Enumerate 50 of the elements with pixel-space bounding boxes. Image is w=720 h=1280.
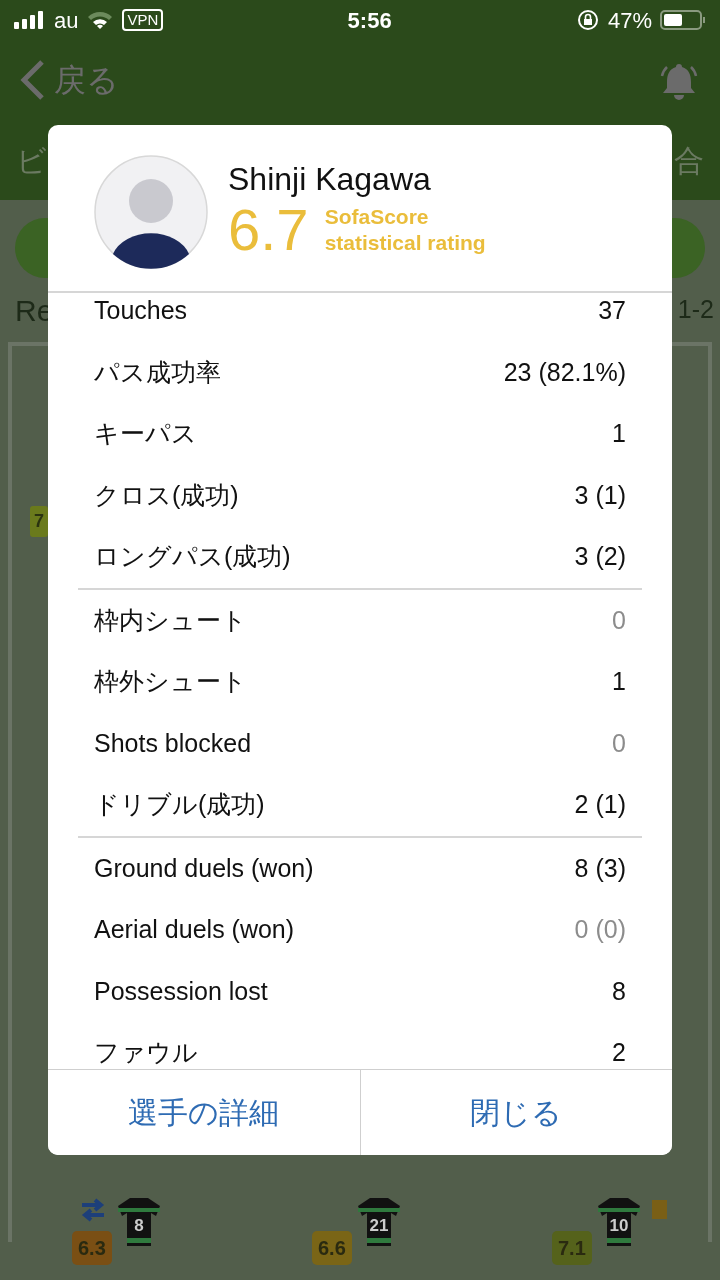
stat-label: ロングパス(成功) <box>94 541 291 572</box>
rating-badge: 6.6 <box>312 1231 352 1265</box>
wifi-icon <box>86 10 115 30</box>
rating-badge: 7.1 <box>552 1231 592 1265</box>
rotation-lock-icon <box>575 8 600 32</box>
stat-label: Aerial duels (won) <box>94 914 295 945</box>
avatar-icon <box>94 155 208 269</box>
stat-label: 枠外シュート <box>94 666 247 697</box>
signal-icon <box>14 11 46 29</box>
status-time: 5:56 <box>346 6 393 35</box>
stat-label: パス成功率 <box>94 356 221 388</box>
stat-label: Touches <box>94 295 188 326</box>
stat-label: Possession lost <box>94 975 268 1007</box>
rating-badge: 7 <box>30 506 48 537</box>
carrier-name: au <box>54 6 79 35</box>
jersey-icon: 10 <box>596 1196 642 1246</box>
player-rating: 6.7 <box>228 201 309 259</box>
stat-value: 37 <box>598 295 626 326</box>
stat-value: 2 (1) <box>574 789 626 820</box>
back-link[interactable]: 戻る <box>54 56 119 104</box>
rating-caption: SofaScore statistical rating <box>324 203 487 256</box>
stat-value: 3 (1) <box>574 479 626 511</box>
stat-label: Shots blocked <box>94 727 252 759</box>
jersey-icon: 21 <box>356 1196 402 1246</box>
stat-value: 0 (0) <box>574 914 626 945</box>
dialog-button[interactable]: 閉じる <box>359 1070 672 1155</box>
tab[interactable]: 合 <box>674 137 704 183</box>
stat-value: 1 <box>612 418 626 449</box>
stat-value: 2 <box>612 1037 626 1068</box>
battery-percent: 47% <box>607 6 652 35</box>
stat-label: 枠内シュート <box>94 604 247 636</box>
player-name: Shinji Kagawa <box>228 163 432 195</box>
stat-label: Ground duels (won) <box>94 852 314 884</box>
stat-label: ファウル <box>94 1037 198 1068</box>
stat-label: キーパス <box>94 418 197 449</box>
stat-value: 1 <box>612 666 626 697</box>
rating-badge: 6.3 <box>72 1231 112 1265</box>
jersey-icon: 8 <box>116 1196 162 1246</box>
stat-label: クロス(成功) <box>94 479 239 511</box>
back-chevron-icon <box>20 60 46 100</box>
battery-icon <box>660 9 706 31</box>
stat-value: 8 <box>612 975 626 1007</box>
stat-value: 3 (2) <box>574 541 626 572</box>
stat-value: 8 (3) <box>574 852 626 884</box>
stat-value: 0 <box>612 604 626 636</box>
stat-value: 23 (82.1%) <box>503 356 626 388</box>
stat-value: 0 <box>612 727 626 759</box>
stat-label: ドリブル(成功) <box>94 789 265 820</box>
tab[interactable]: ビ <box>16 137 47 183</box>
vpn-badge: VPN <box>122 9 164 31</box>
